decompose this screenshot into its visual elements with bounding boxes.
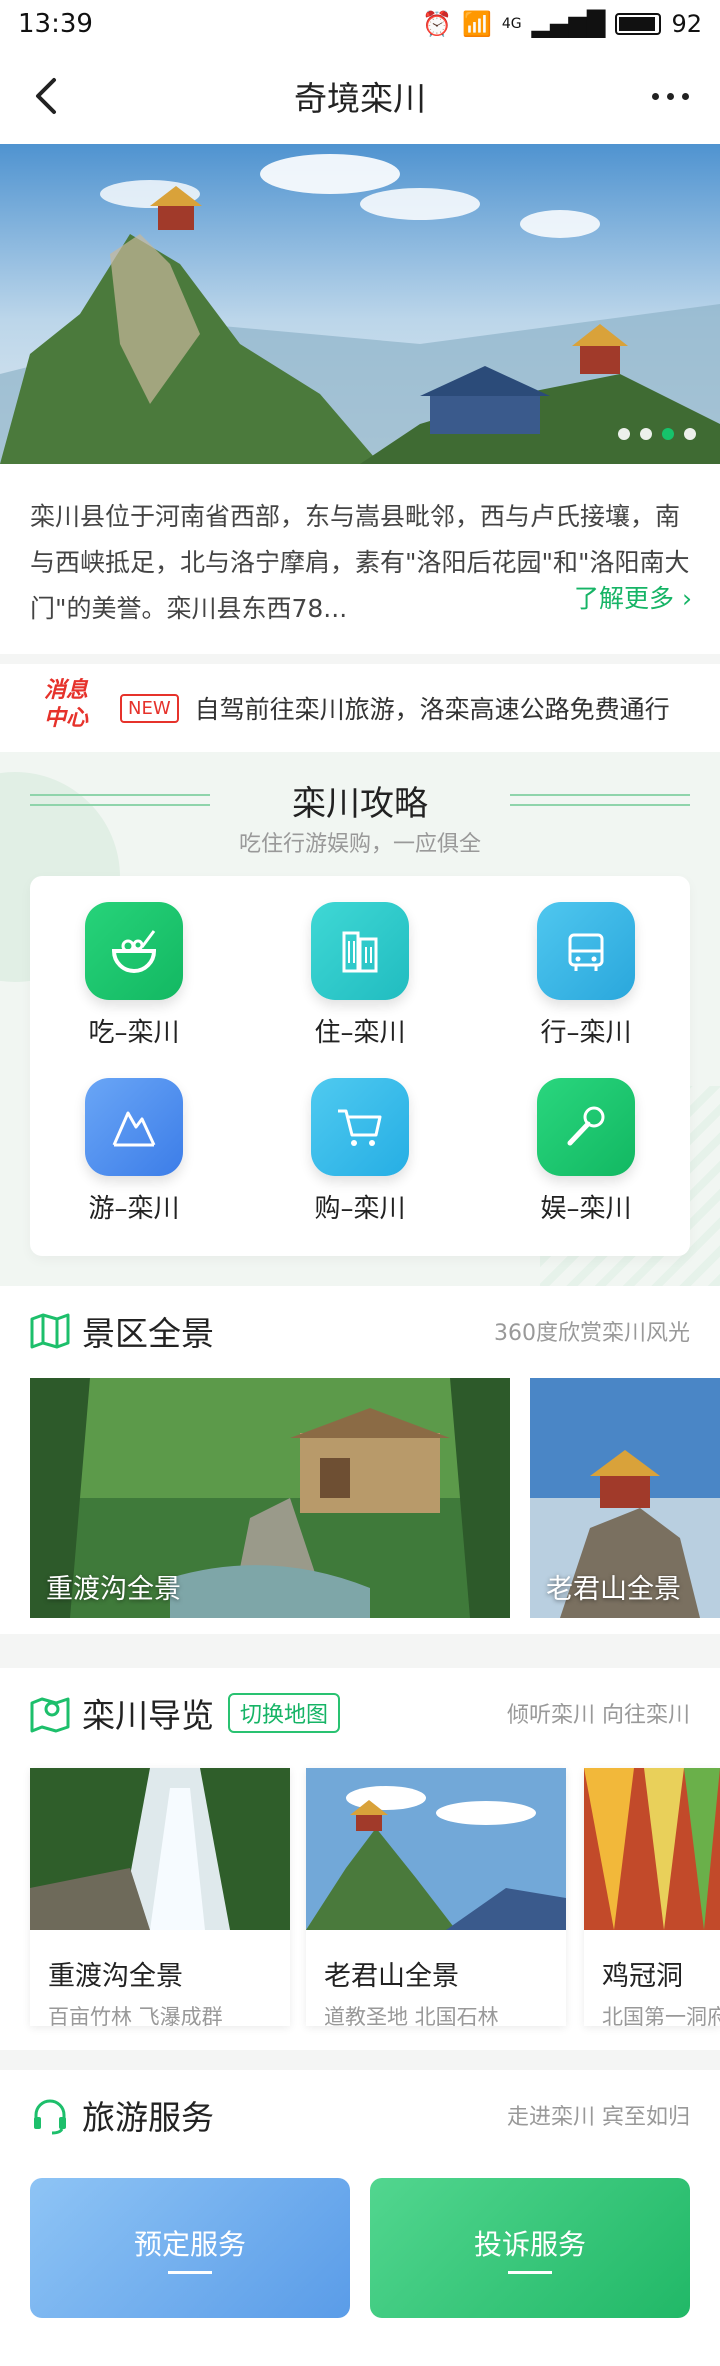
tour-desc: 北国第一洞府 xyxy=(602,2005,720,2026)
microphone-icon xyxy=(537,1078,635,1176)
status-bar: 13:39 ⏰ 📶 4G ▂▄▆█ 92 xyxy=(0,0,720,48)
guide-label: 游–栾川 xyxy=(88,1194,180,1224)
learn-more-link[interactable]: 了解更多 › xyxy=(574,576,692,622)
guide-label: 行–栾川 xyxy=(540,1018,632,1048)
food-bowl-icon xyxy=(85,902,183,1000)
news-headline[interactable]: 自驾前往栾川旅游，洛栾高速公路免费通行 xyxy=(195,690,670,726)
carousel-dot[interactable] xyxy=(640,428,652,440)
panorama-card[interactable]: 老君山全景 xyxy=(530,1378,720,1618)
section-title: 景区全景 xyxy=(82,1314,214,1353)
hotel-building-icon xyxy=(311,902,409,1000)
carousel-dot[interactable] xyxy=(684,428,696,440)
nav-bar: 奇境栾川 xyxy=(0,48,720,144)
tour-image xyxy=(306,1768,566,1930)
county-intro: 栾川县位于河南省西部，东与嵩县毗邻，西与卢氏接壤，南与西峡抵足，北与洛宁摩肩，素… xyxy=(0,464,720,654)
banner-carousel[interactable] xyxy=(0,144,720,464)
battery-level: 92 xyxy=(671,10,702,38)
tour-name: 鸡冠洞 xyxy=(602,1961,683,1992)
tour-desc: 道教圣地 北国石林 xyxy=(324,2005,499,2026)
guide-section: 栾川攻略 吃住行游娱购，一应俱全 吃–栾川 住–栾川 行–栾川 游–栾川 购–栾… xyxy=(0,752,720,1286)
tour-guide-section: 栾川导览 切换地图 倾听栾川 向往栾川 重渡沟全景 百亩竹林 飞瀑成群 老君山全… xyxy=(0,1668,720,2050)
tour-name: 老君山全景 xyxy=(324,1961,459,1992)
tour-desc: 百亩竹林 飞瀑成群 xyxy=(48,2005,223,2026)
back-button[interactable] xyxy=(22,72,70,120)
more-button[interactable] xyxy=(642,72,698,120)
more-dots-icon xyxy=(651,92,659,100)
underline xyxy=(168,2270,212,2274)
guide-item-eat[interactable]: 吃–栾川 xyxy=(44,902,224,1062)
section-header: 景区全景 360度欣赏栾川风光 xyxy=(30,1308,690,1354)
status-time: 13:39 xyxy=(18,9,93,39)
panorama-label: 老君山全景 xyxy=(546,1574,681,1605)
section-title: 栾川导览 xyxy=(82,1696,214,1735)
panorama-label: 重渡沟全景 xyxy=(46,1574,181,1605)
news-ticker[interactable]: 消息 中心 NEW 自驾前往栾川旅游，洛栾高速公路免费通行 xyxy=(0,664,720,752)
section-subtitle: 走进栾川 宾至如归 xyxy=(507,2105,690,2130)
tour-card[interactable]: 老君山全景 道教圣地 北国石林 xyxy=(306,1768,566,2026)
battery-icon xyxy=(615,13,662,35)
guide-item-tour[interactable]: 游–栾川 xyxy=(44,1078,224,1238)
underline xyxy=(508,2270,552,2274)
guide-item-shop[interactable]: 购–栾川 xyxy=(270,1078,450,1238)
carousel-indicators xyxy=(618,428,696,440)
guide-title: 栾川攻略 xyxy=(292,784,428,824)
tour-card[interactable]: 重渡沟全景 百亩竹林 飞瀑成群 xyxy=(30,1768,290,2026)
guide-label: 娱–栾川 xyxy=(540,1194,632,1224)
alarm-icon: ⏰ xyxy=(422,10,452,38)
guide-item-fun[interactable]: 娱–栾川 xyxy=(496,1078,676,1238)
booking-service-button[interactable]: 预定服务 xyxy=(30,2178,350,2318)
mountain-icon xyxy=(85,1078,183,1176)
banner-image xyxy=(0,144,720,464)
tour-name: 重渡沟全景 xyxy=(48,1961,183,1992)
chevron-left-icon xyxy=(36,78,56,114)
network-type: 4G xyxy=(501,16,522,32)
guide-item-stay[interactable]: 住–栾川 xyxy=(270,902,450,1062)
section-title: 旅游服务 xyxy=(82,2098,214,2137)
travel-service-section: 旅游服务 走进栾川 宾至如归 预定服务 投诉服务 xyxy=(0,2070,720,2366)
service-label: 预定服务 xyxy=(133,2227,246,2261)
section-subtitle: 倾听栾川 向往栾川 xyxy=(507,1703,690,1728)
bus-icon xyxy=(537,902,635,1000)
guide-grid: 吃–栾川 住–栾川 行–栾川 游–栾川 购–栾川 娱–栾川 xyxy=(30,876,690,1256)
guide-label: 购–栾川 xyxy=(314,1194,406,1224)
tour-image xyxy=(30,1768,290,1930)
map-pin-icon xyxy=(30,1697,70,1733)
section-subtitle: 360度欣赏栾川风光 xyxy=(494,1321,690,1346)
wifi-icon: 📶 xyxy=(461,10,492,38)
tour-image xyxy=(584,1768,720,1930)
headset-icon xyxy=(34,2099,66,2135)
new-badge: NEW xyxy=(120,693,179,723)
section-header: 旅游服务 走进栾川 宾至如归 xyxy=(30,2092,690,2138)
tour-card[interactable]: 鸡冠洞 北国第一洞府 xyxy=(584,1768,720,2026)
switch-map-button[interactable]: 切换地图 xyxy=(228,1693,341,1733)
panorama-section: 景区全景 360度欣赏栾川风光 重渡沟全景 老君山全景 xyxy=(0,1286,720,1634)
shopping-cart-icon xyxy=(311,1078,409,1176)
guide-subtitle: 吃住行游娱购，一应俱全 xyxy=(238,832,481,857)
map-icon xyxy=(30,1313,70,1349)
carousel-dot[interactable] xyxy=(618,428,630,440)
news-center-logo: 消息 中心 xyxy=(43,678,88,731)
service-label: 投诉服务 xyxy=(473,2227,586,2261)
page-title: 奇境栾川 xyxy=(294,79,426,118)
guide-label: 吃–栾川 xyxy=(88,1018,180,1048)
guide-item-travel[interactable]: 行–栾川 xyxy=(496,902,676,1062)
guide-label: 住–栾川 xyxy=(314,1018,406,1048)
complaint-service-button[interactable]: 投诉服务 xyxy=(370,2178,690,2318)
carousel-dot-active[interactable] xyxy=(662,428,674,440)
status-icons: ⏰ 📶 4G ▂▄▆█ 92 xyxy=(422,10,702,38)
signal-icon: ▂▄▆█ xyxy=(531,10,606,38)
panorama-card[interactable]: 重渡沟全景 xyxy=(30,1378,510,1618)
section-header: 栾川导览 切换地图 倾听栾川 向往栾川 xyxy=(30,1690,690,1736)
